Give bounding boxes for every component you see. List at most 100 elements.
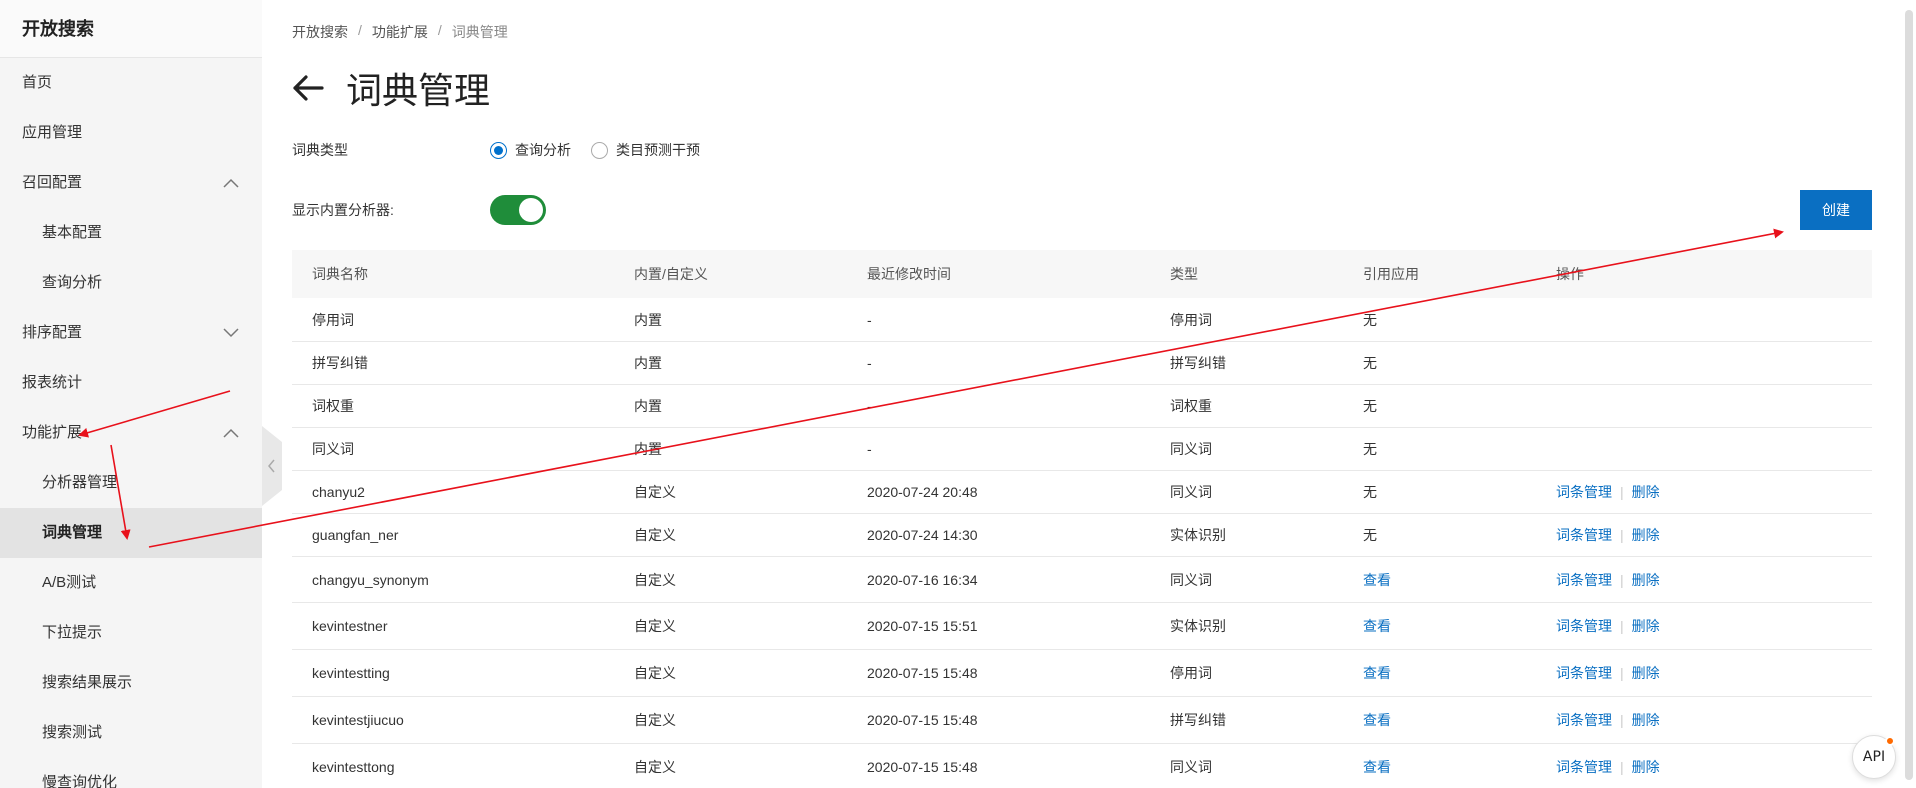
sidebar-item-label: 报表统计: [22, 374, 83, 391]
table-row: 词权重 内置 - 词权重 无: [292, 385, 1872, 428]
dict-name-cell: guangfan_ner: [312, 527, 399, 543]
dict-type-cell: 实体识别: [1170, 527, 1226, 543]
column-header: 引用应用: [1363, 266, 1419, 282]
sidebar-item[interactable]: 召回配置: [0, 158, 262, 208]
sidebar-item-label: 搜索结果展示: [42, 674, 133, 691]
chevron-down-icon[interactable]: [222, 308, 240, 358]
breadcrumb-item[interactable]: 开放搜索: [292, 22, 348, 42]
sidebar-item[interactable]: 基本配置: [0, 208, 262, 258]
delete-link[interactable]: 删除: [1632, 759, 1660, 775]
sidebar-item-label: 搜索测试: [42, 724, 103, 741]
builtin-analyzer-toggle[interactable]: [490, 195, 546, 225]
view-references-link[interactable]: 查看: [1343, 710, 1536, 730]
delete-link[interactable]: 删除: [1632, 618, 1660, 634]
delete-link[interactable]: 删除: [1632, 712, 1660, 728]
sidebar-item-label: A/B测试: [42, 574, 97, 591]
dict-type-cell: 拼写纠错: [1170, 355, 1226, 371]
api-help-button[interactable]: API: [1852, 735, 1896, 779]
sidebar-item[interactable]: 报表统计: [0, 358, 262, 408]
dict-kind-cell: 自定义: [634, 484, 676, 500]
references-cell: 无: [1363, 355, 1377, 371]
dict-type-row: 词典类型 查询分析 类目预测干预: [292, 140, 720, 160]
breadcrumb: 开放搜索 / 功能扩展 / 词典管理: [292, 22, 508, 42]
app-title: 开放搜索: [0, 0, 262, 58]
actions-cell: 词条管理 | 删除: [1536, 570, 1872, 590]
view-references-link[interactable]: 查看: [1343, 663, 1536, 683]
manage-entries-link[interactable]: 词条管理: [1556, 712, 1612, 728]
actions-cell: 词条管理 | 删除: [1536, 757, 1872, 777]
modified-time-cell: 2020-07-15 15:48: [867, 759, 978, 775]
delete-link[interactable]: 删除: [1632, 527, 1660, 543]
view-references-link[interactable]: 查看: [1343, 616, 1536, 636]
sidebar-collapse-handle[interactable]: [262, 426, 282, 506]
dict-kind-cell: 自定义: [634, 618, 676, 634]
manage-entries-link[interactable]: 词条管理: [1556, 527, 1612, 543]
sidebar-item[interactable]: 词典管理: [0, 508, 262, 558]
sidebar-item[interactable]: 应用管理: [0, 108, 262, 158]
dict-name-cell: 同义词: [312, 441, 354, 457]
table-row: kevintestner 自定义 2020-07-15 15:51 实体识别 查看 词条管…: [292, 603, 1872, 650]
chevron-up-icon[interactable]: [222, 158, 240, 208]
sidebar: 开放搜索 首页 应用管理 召回配置 基本配置查询分析排序配置报表统计功能扩展 分析器管理…: [0, 0, 262, 788]
manage-entries-link[interactable]: 词条管理: [1556, 759, 1612, 775]
modified-time-cell: -: [867, 398, 872, 414]
actions-cell: 词条管理 | 删除: [1536, 616, 1872, 636]
dict-type-label: 词典类型: [292, 142, 348, 158]
column-header: 内置/自定义: [634, 266, 708, 282]
sidebar-item[interactable]: 搜索结果展示: [0, 658, 262, 708]
modified-time-cell: -: [867, 441, 872, 457]
sidebar-item[interactable]: 首页: [0, 58, 262, 108]
chevron-up-icon[interactable]: [222, 408, 240, 458]
create-button[interactable]: 创建: [1800, 190, 1872, 230]
delete-link[interactable]: 删除: [1632, 665, 1660, 681]
dict-type-cell: 停用词: [1170, 665, 1212, 681]
action-separator: |: [1620, 618, 1624, 634]
page-header: 词典管理: [292, 62, 490, 114]
sidebar-item-label: 词典管理: [42, 524, 103, 541]
modified-time-cell: -: [867, 355, 872, 371]
radio-dot: [591, 141, 608, 159]
radio-label: 查询分析: [515, 142, 571, 158]
table-body: 停用词 内置 - 停用词无拼写纠错 内置 - 拼写纠错无词权重 内置 - 词权重无同义词 内置 - 同义…: [292, 298, 1872, 788]
dict-type-cell: 拼写纠错: [1170, 712, 1226, 728]
dict-kind-cell: 自定义: [634, 712, 676, 728]
sidebar-item[interactable]: 慢查询优化: [0, 758, 262, 788]
manage-entries-link[interactable]: 词条管理: [1556, 618, 1612, 634]
arrow-left-icon[interactable]: [292, 72, 324, 104]
sidebar-item-label: 查询分析: [42, 274, 103, 291]
sidebar-item[interactable]: 查询分析: [0, 258, 262, 308]
table-row: chanyu2 自定义 2020-07-24 20:48 同义词 无 词条管理 | 删除: [292, 471, 1872, 514]
radio-category-intervention[interactable]: 类目预测干预: [591, 140, 700, 160]
table-row: 同义词 内置 - 同义词 无: [292, 428, 1872, 471]
sidebar-item[interactable]: 下拉提示: [0, 608, 262, 658]
dict-kind-cell: 自定义: [634, 571, 676, 588]
chevron-left-icon: [268, 459, 275, 473]
sidebar-item[interactable]: A/B测试: [0, 558, 262, 608]
modified-time-cell: 2020-07-16 16:34: [867, 571, 978, 588]
scrollbar-thumb[interactable]: [1905, 10, 1913, 780]
view-references-link[interactable]: 查看: [1343, 757, 1536, 777]
radio-query-analysis[interactable]: 查询分析: [490, 140, 571, 160]
delete-link[interactable]: 删除: [1632, 572, 1660, 588]
sidebar-item[interactable]: 功能扩展: [0, 408, 262, 458]
table-row: kevintestting 自定义 2020-07-15 15:48 停用词 查看 词条管…: [292, 650, 1872, 697]
sidebar-item[interactable]: 分析器管理: [0, 458, 262, 508]
modified-time-cell: -: [867, 311, 872, 328]
sidebar-item[interactable]: 搜索测试: [0, 708, 262, 758]
view-references-link[interactable]: 查看: [1343, 570, 1536, 590]
table-row: kevintesttong 自定义 2020-07-15 15:48 同义词 查看 词条管…: [292, 744, 1872, 788]
breadcrumb-item[interactable]: 功能扩展: [372, 22, 428, 42]
sidebar-item-label: 慢查询优化: [42, 774, 118, 788]
dict-kind-cell: 内置: [634, 311, 662, 328]
action-separator: |: [1620, 712, 1624, 728]
delete-link[interactable]: 删除: [1632, 484, 1660, 500]
notification-dot: [1885, 736, 1895, 746]
table-row: changyu_synonym 自定义 2020-07-16 16:34 同义词 查看词…: [292, 557, 1872, 603]
manage-entries-link[interactable]: 词条管理: [1556, 572, 1612, 588]
sidebar-item-label: 排序配置: [22, 324, 83, 341]
manage-entries-link[interactable]: 词条管理: [1556, 665, 1612, 681]
page-scrollbar[interactable]: [1902, 0, 1916, 788]
manage-entries-link[interactable]: 词条管理: [1556, 484, 1612, 500]
sidebar-item[interactable]: 排序配置: [0, 308, 262, 358]
references-cell: 无: [1363, 398, 1377, 414]
